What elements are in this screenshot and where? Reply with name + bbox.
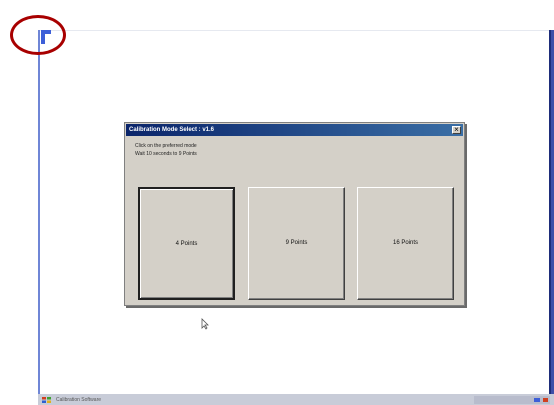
tray-status-icon[interactable] <box>543 398 548 402</box>
system-tray <box>474 396 550 404</box>
nine-points-button[interactable]: 9 Points <box>248 187 345 300</box>
red-annotation-circle <box>10 15 66 55</box>
start-button[interactable]: Calibration Software <box>42 396 112 404</box>
taskbar: Calibration Software <box>38 394 554 405</box>
calibration-mode-dialog: Calibration Mode Select : v1.6 × Click o… <box>124 122 465 306</box>
dialog-title: Calibration Mode Select : v1.6 <box>129 127 215 133</box>
sixteen-points-button[interactable]: 16 Points <box>357 187 454 300</box>
instruction-text-line-1: Click on the preferred mode <box>135 143 197 149</box>
nine-points-label: 9 Points <box>285 240 308 246</box>
top-edge-line <box>40 30 550 31</box>
four-points-label: 4 Points <box>175 241 198 247</box>
windows-flag-icon <box>42 397 51 403</box>
taskbar-item-label[interactable]: Calibration Software <box>56 396 101 404</box>
tray-network-icon[interactable] <box>534 398 540 402</box>
sixteen-points-label: 16 Points <box>392 240 419 246</box>
screen-background: Calibration Mode Select : v1.6 × Click o… <box>0 0 554 405</box>
instruction-text-line-2: Wait 10 seconds to 9 Points <box>135 151 197 157</box>
mouse-pointer-icon <box>201 318 209 330</box>
left-screen-edge <box>38 30 40 394</box>
close-button[interactable]: × <box>452 125 461 134</box>
close-icon: × <box>454 125 459 134</box>
right-scrollbar-edge <box>549 30 554 405</box>
four-points-button[interactable]: 4 Points <box>138 187 235 300</box>
dialog-titlebar[interactable]: Calibration Mode Select : v1.6 × <box>126 124 463 136</box>
